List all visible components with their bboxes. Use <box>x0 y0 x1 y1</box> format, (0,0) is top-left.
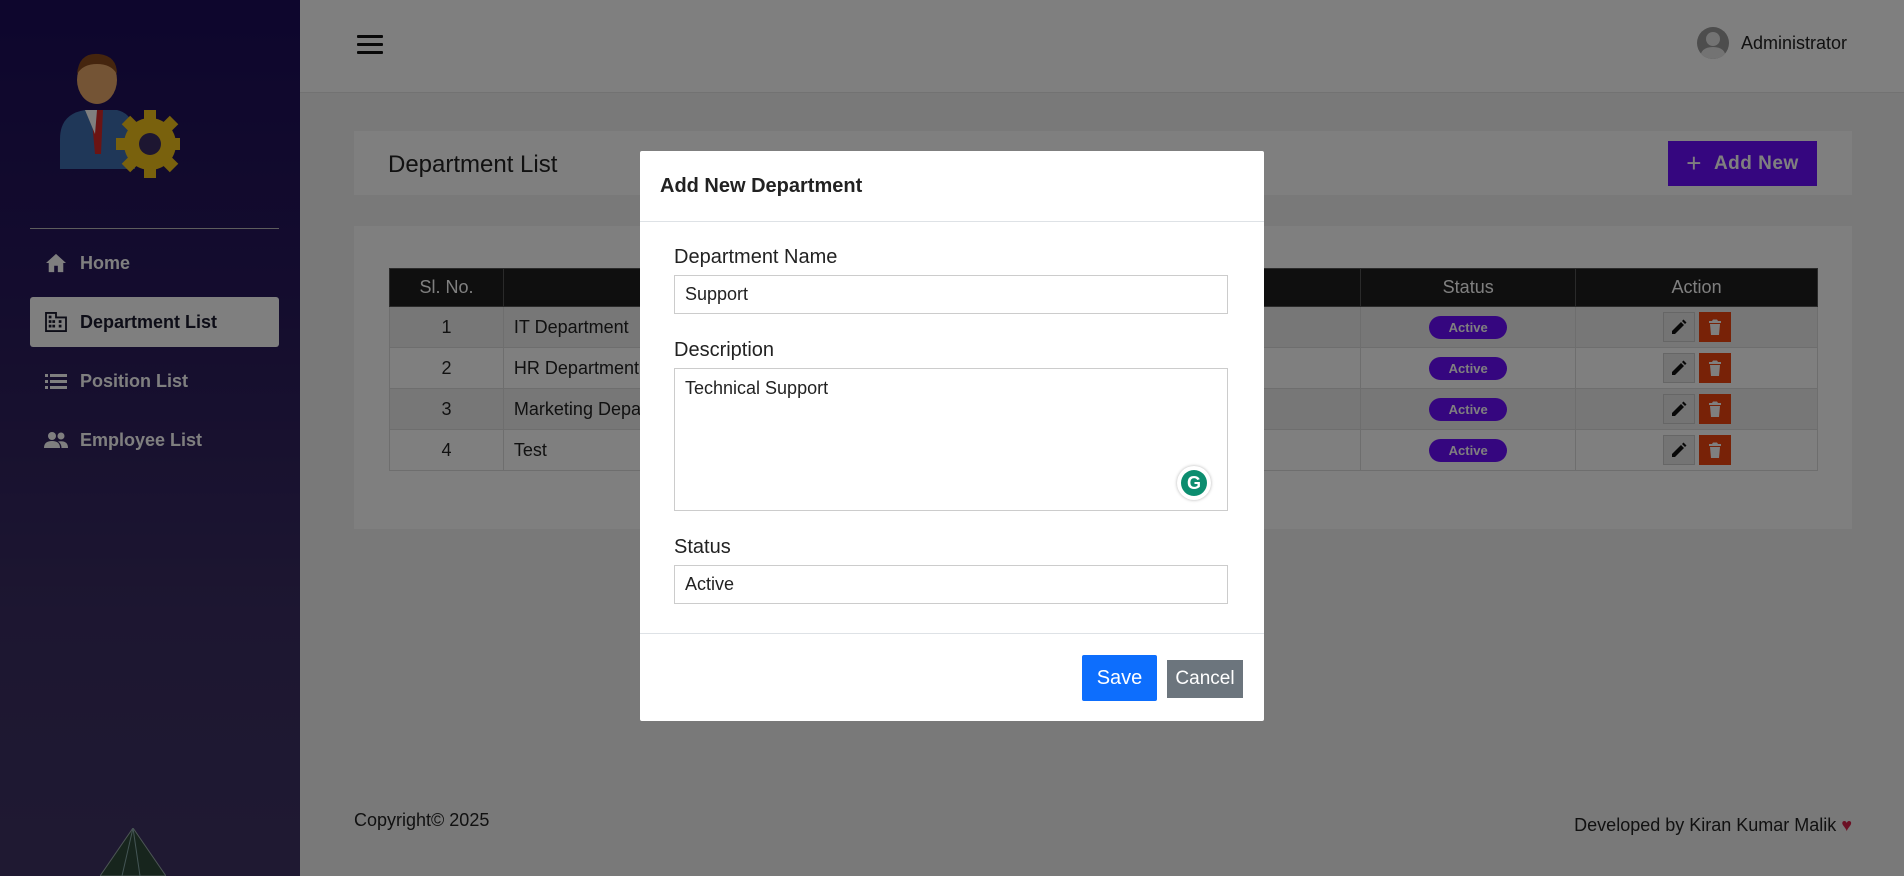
grammarly-icon[interactable]: G <box>1177 466 1211 500</box>
description-label: Description <box>674 339 775 361</box>
status-select[interactable]: Active <box>674 565 1228 604</box>
status-label: Status <box>674 536 731 558</box>
department-name-input[interactable]: Support <box>674 275 1228 314</box>
department-name-label: Department Name <box>674 246 838 268</box>
modal-footer: Save Cancel <box>640 633 1264 721</box>
modal-title: Add New Department <box>640 151 1264 222</box>
cancel-button[interactable]: Cancel <box>1167 660 1243 698</box>
save-button[interactable]: Save <box>1082 655 1157 701</box>
description-textarea[interactable]: Technical Support G <box>674 368 1228 511</box>
add-department-modal: Add New Department Department Name Suppo… <box>640 151 1264 721</box>
description-value: Technical Support <box>685 378 829 398</box>
modal-body: Department Name Support Description Tech… <box>640 222 1264 604</box>
